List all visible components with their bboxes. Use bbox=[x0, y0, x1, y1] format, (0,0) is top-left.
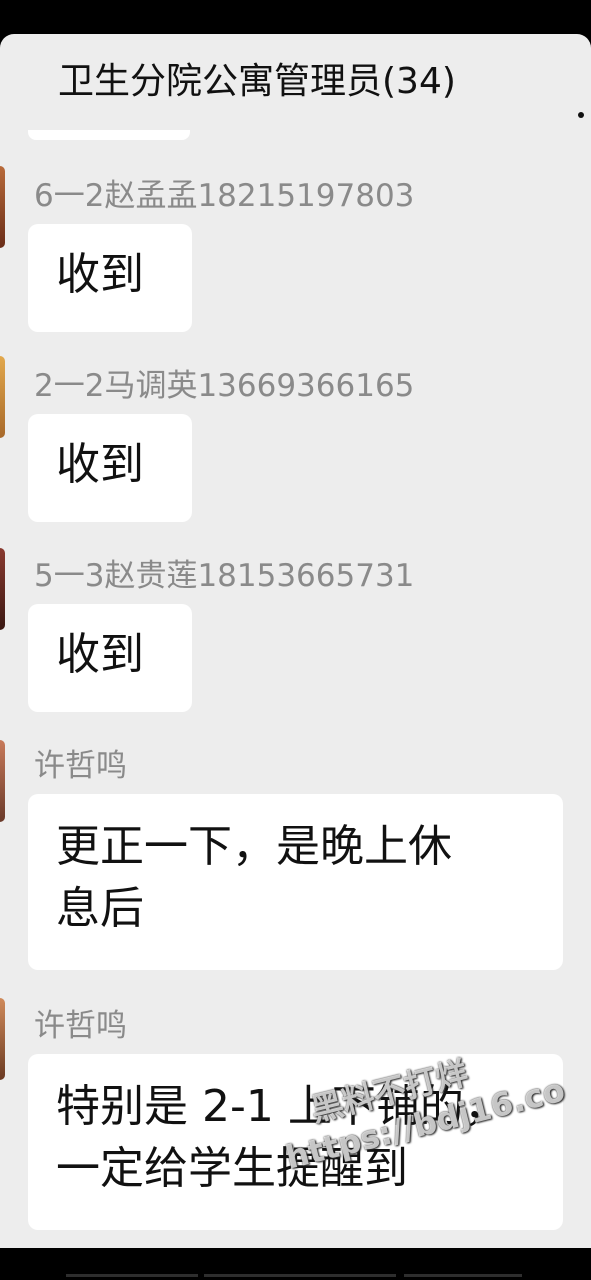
message-text-line: 息后 bbox=[56, 883, 144, 934]
chat-message-list[interactable]: 6一2赵孟孟18215197803 收到 2一2马调英13669366165 收… bbox=[0, 130, 591, 1248]
sender-name: 许哲鸣 bbox=[34, 748, 127, 784]
message-bubble[interactable]: 特别是 2-1 上下铺的， 一定给学生提醒到 bbox=[28, 1054, 563, 1230]
message-bubble[interactable]: 收到 bbox=[28, 224, 192, 332]
message-bubble[interactable]: 更正一下，是晚上休 息后 bbox=[28, 794, 563, 970]
chat-header: 卫生分院公寓管理员(34) bbox=[0, 34, 591, 130]
nav-bar-segment bbox=[66, 1274, 198, 1277]
avatar[interactable] bbox=[0, 356, 5, 438]
more-options-icon[interactable] bbox=[578, 112, 584, 118]
nav-bar-segment bbox=[204, 1274, 396, 1277]
sender-name: 5一3赵贵莲18153665731 bbox=[34, 558, 415, 594]
nav-bar-segment bbox=[404, 1274, 522, 1277]
avatar[interactable] bbox=[0, 998, 5, 1080]
message-bubble-partial bbox=[28, 130, 190, 140]
message-text: 收到 bbox=[56, 439, 144, 490]
avatar[interactable] bbox=[0, 548, 5, 630]
message-text-line: 特别是 2-1 上下铺的， bbox=[56, 1081, 508, 1132]
phone-screen: 卫生分院公寓管理员(34) 6一2赵孟孟18215197803 收到 2一2马调… bbox=[0, 0, 591, 1280]
message-bubble[interactable]: 收到 bbox=[28, 604, 192, 712]
message-text-line: 更正一下，是晚上休 bbox=[56, 821, 452, 872]
message-text-line: 一定给学生提醒到 bbox=[56, 1143, 408, 1194]
sender-name: 6一2赵孟孟18215197803 bbox=[34, 178, 415, 214]
sender-name: 2一2马调英13669366165 bbox=[34, 368, 415, 404]
avatar[interactable] bbox=[0, 166, 5, 248]
chat-title: 卫生分院公寓管理员(34) bbox=[58, 61, 456, 102]
sender-name: 许哲鸣 bbox=[34, 1008, 127, 1044]
message-text: 收到 bbox=[56, 249, 144, 300]
avatar[interactable] bbox=[0, 740, 5, 822]
message-text: 收到 bbox=[56, 629, 144, 680]
message-bubble[interactable]: 收到 bbox=[28, 414, 192, 522]
